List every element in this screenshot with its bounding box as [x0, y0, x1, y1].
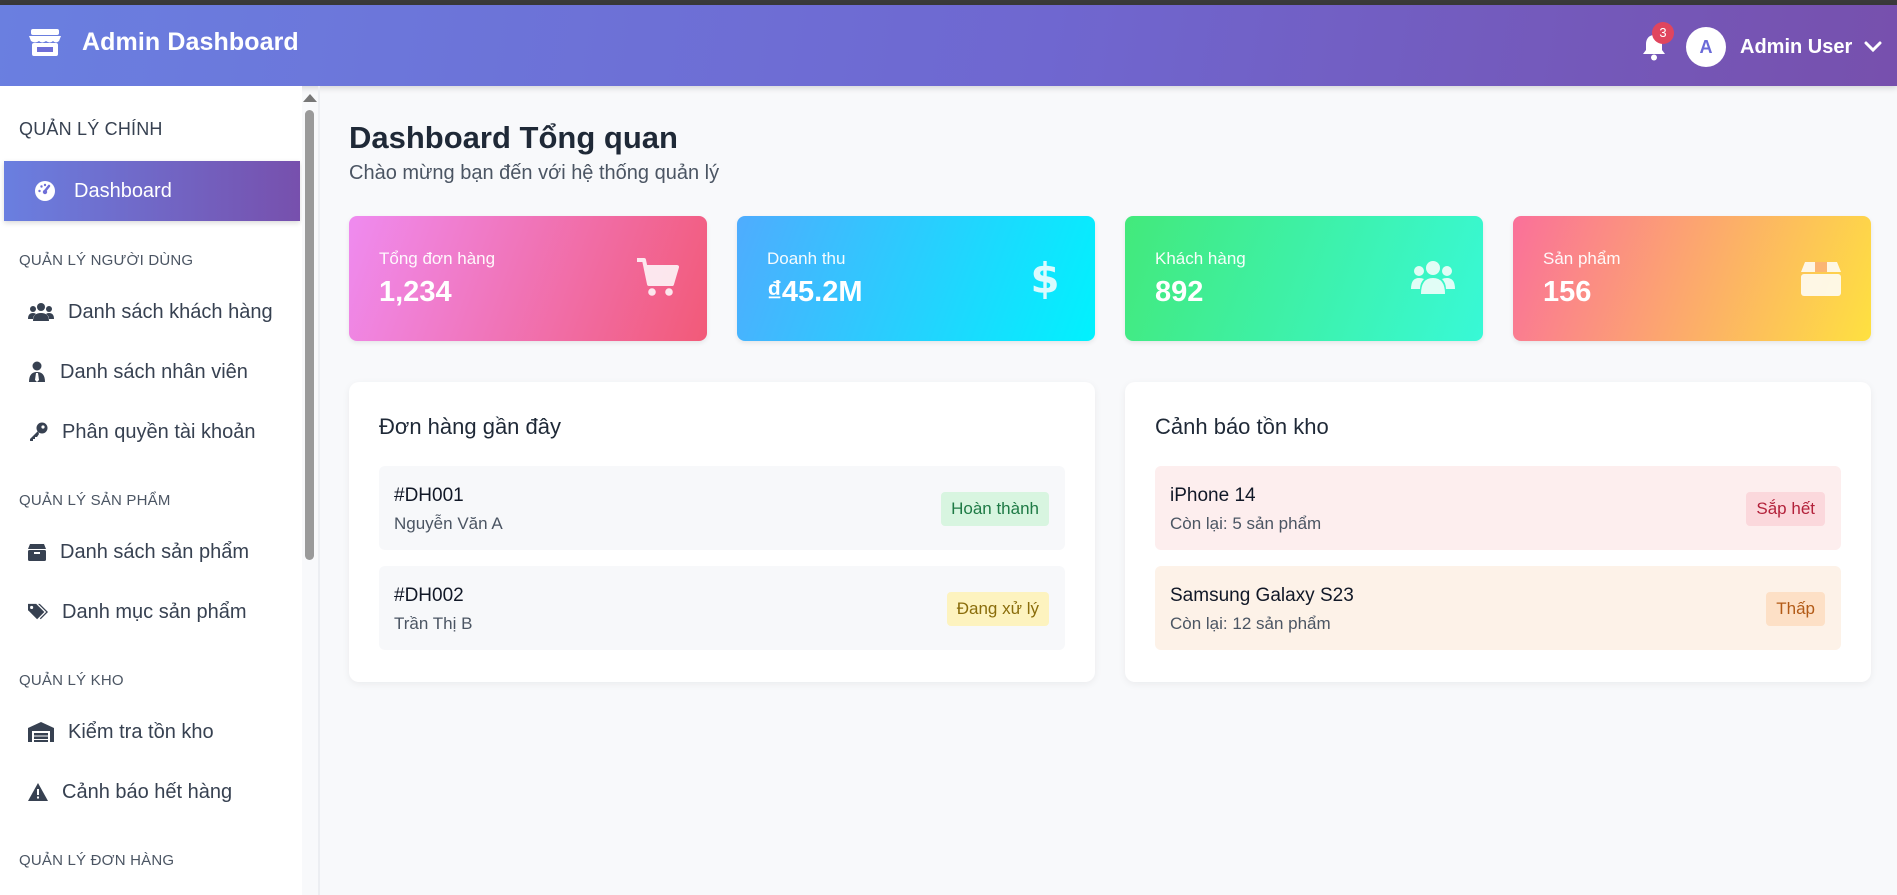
sidebar-item-stock-check[interactable]: Kiểm tra tồn kho: [4, 702, 300, 762]
sidebar-item-customers[interactable]: Danh sách khách hàng: [4, 282, 300, 342]
section-title-orders: QUẢN LÝ ĐƠN HÀNG: [19, 852, 175, 869]
stat-value: 892: [1155, 276, 1204, 308]
sidebar-item-label: Danh sách sản phẩm: [60, 540, 250, 563]
top-navbar: Admin Dashboard 3 A Admin User: [0, 5, 1897, 86]
stock-remaining: Còn lại: 5 sản phẩm: [1170, 514, 1322, 533]
sidebar-item-permissions[interactable]: Phân quyền tài khoản: [4, 402, 300, 462]
panel-title: Cảnh báo tồn kho: [1155, 414, 1329, 439]
stat-value: ₫45.2M: [767, 276, 863, 308]
sidebar-item-employees[interactable]: Danh sách nhân viên: [4, 342, 300, 402]
sidebar-item-label: Danh mục sản phẩm: [62, 600, 247, 623]
section-title-warehouse: QUẢN LÝ KHO: [19, 672, 124, 689]
sidebar-divider: [318, 86, 320, 895]
gauge-icon: [32, 179, 58, 203]
order-id: #DH002: [394, 585, 464, 606]
stat-label: Sản phẩm: [1543, 249, 1621, 268]
stock-remaining: Còn lại: 12 sản phẩm: [1170, 614, 1331, 633]
stat-label: Khách hàng: [1155, 249, 1246, 268]
status-badge: Đang xử lý: [946, 592, 1049, 626]
users-icon: [1411, 261, 1455, 294]
cart-icon: [637, 258, 679, 296]
stat-value: 1,234: [379, 276, 452, 308]
box-icon: [1801, 262, 1841, 296]
stat-label: Doanh thu: [767, 249, 846, 268]
order-customer: Trần Thị B: [394, 614, 473, 633]
sidebar-item-out-of-stock[interactable]: Cảnh báo hết hàng: [4, 762, 300, 822]
stat-card-revenue[interactable]: Doanh thu ₫45.2M $: [737, 216, 1095, 341]
warehouse-icon: [28, 720, 54, 744]
sidebar-item-product-list[interactable]: Danh sách sản phẩm: [4, 522, 300, 582]
users-icon: [28, 300, 54, 324]
scroll-up-arrow-icon[interactable]: [303, 94, 317, 102]
page-title: Dashboard Tổng quan: [349, 120, 678, 155]
sidebar-item-label: Kiểm tra tồn kho: [68, 720, 214, 743]
sidebar-item-categories[interactable]: Danh mục sản phẩm: [4, 582, 300, 642]
sidebar-item-label: Danh sách nhân viên: [60, 360, 248, 383]
stat-card-customers[interactable]: Khách hàng 892: [1125, 216, 1483, 341]
scrollbar-thumb[interactable]: [305, 110, 314, 560]
dollar-icon: $: [1030, 256, 1059, 300]
sidebar-item-dashboard[interactable]: Dashboard: [4, 161, 300, 221]
notification-badge: 3: [1652, 22, 1674, 44]
status-badge: Hoàn thành: [941, 492, 1049, 526]
brand[interactable]: Admin Dashboard: [28, 27, 299, 57]
panel-title: Đơn hàng gần đây: [379, 414, 562, 439]
order-row[interactable]: #DH002 Trần Thị B Đang xử lý: [379, 566, 1065, 650]
section-title-main: QUẢN LÝ CHÍNH: [19, 119, 163, 139]
user-name: Admin User: [1740, 35, 1853, 58]
stock-alert-row[interactable]: iPhone 14 Còn lại: 5 sản phẩm Sắp hết: [1155, 466, 1841, 550]
sidebar-item-label: Cảnh báo hết hàng: [62, 780, 233, 803]
page-subtitle: Chào mừng bạn đến với hệ thống quản lý: [349, 162, 720, 184]
tags-icon: [28, 600, 48, 624]
section-title-products: QUẢN LÝ SẢN PHẨM: [19, 492, 171, 509]
app-title: Admin Dashboard: [82, 27, 299, 56]
user-menu[interactable]: A Admin User: [1686, 27, 1882, 67]
stock-level-badge: Thấp: [1766, 592, 1825, 626]
key-icon: [28, 420, 48, 444]
order-customer: Nguyễn Văn A: [394, 514, 503, 533]
warning-icon: [28, 780, 48, 804]
sidebar-item-label: Dashboard: [74, 179, 172, 202]
stat-label: Tổng đơn hàng: [379, 249, 496, 268]
chevron-down-icon: [1864, 41, 1882, 53]
stock-alerts-panel: Cảnh báo tồn kho iPhone 14 Còn lại: 5 sả…: [1125, 382, 1871, 682]
sidebar-item-label: Phân quyền tài khoản: [62, 420, 256, 443]
section-title-users: QUẢN LÝ NGƯỜI DÙNG: [19, 252, 194, 269]
user-tie-icon: [28, 360, 46, 384]
sidebar: QUẢN LÝ CHÍNH Dashboard QUẢN LÝ NGƯỜI DÙ…: [0, 86, 302, 895]
stat-value: 156: [1543, 276, 1592, 308]
stat-card-orders[interactable]: Tổng đơn hàng 1,234: [349, 216, 707, 341]
box-icon: [28, 540, 46, 564]
product-name: iPhone 14: [1170, 485, 1256, 506]
order-row[interactable]: #DH001 Nguyễn Văn A Hoàn thành: [379, 466, 1065, 550]
stock-level-badge: Sắp hết: [1746, 492, 1825, 526]
store-icon: [29, 29, 61, 56]
recent-orders-panel: Đơn hàng gần đây #DH001 Nguyễn Văn A Hoà…: [349, 382, 1095, 682]
sidebar-item-label: Danh sách khách hàng: [68, 300, 273, 323]
stock-alert-row[interactable]: Samsung Galaxy S23 Còn lại: 12 sản phẩm …: [1155, 566, 1841, 650]
product-name: Samsung Galaxy S23: [1170, 585, 1354, 606]
stat-card-products[interactable]: Sản phẩm 156: [1513, 216, 1871, 341]
order-id: #DH001: [394, 485, 464, 506]
avatar: A: [1686, 27, 1726, 67]
svg-text:$: $: [1030, 256, 1059, 300]
